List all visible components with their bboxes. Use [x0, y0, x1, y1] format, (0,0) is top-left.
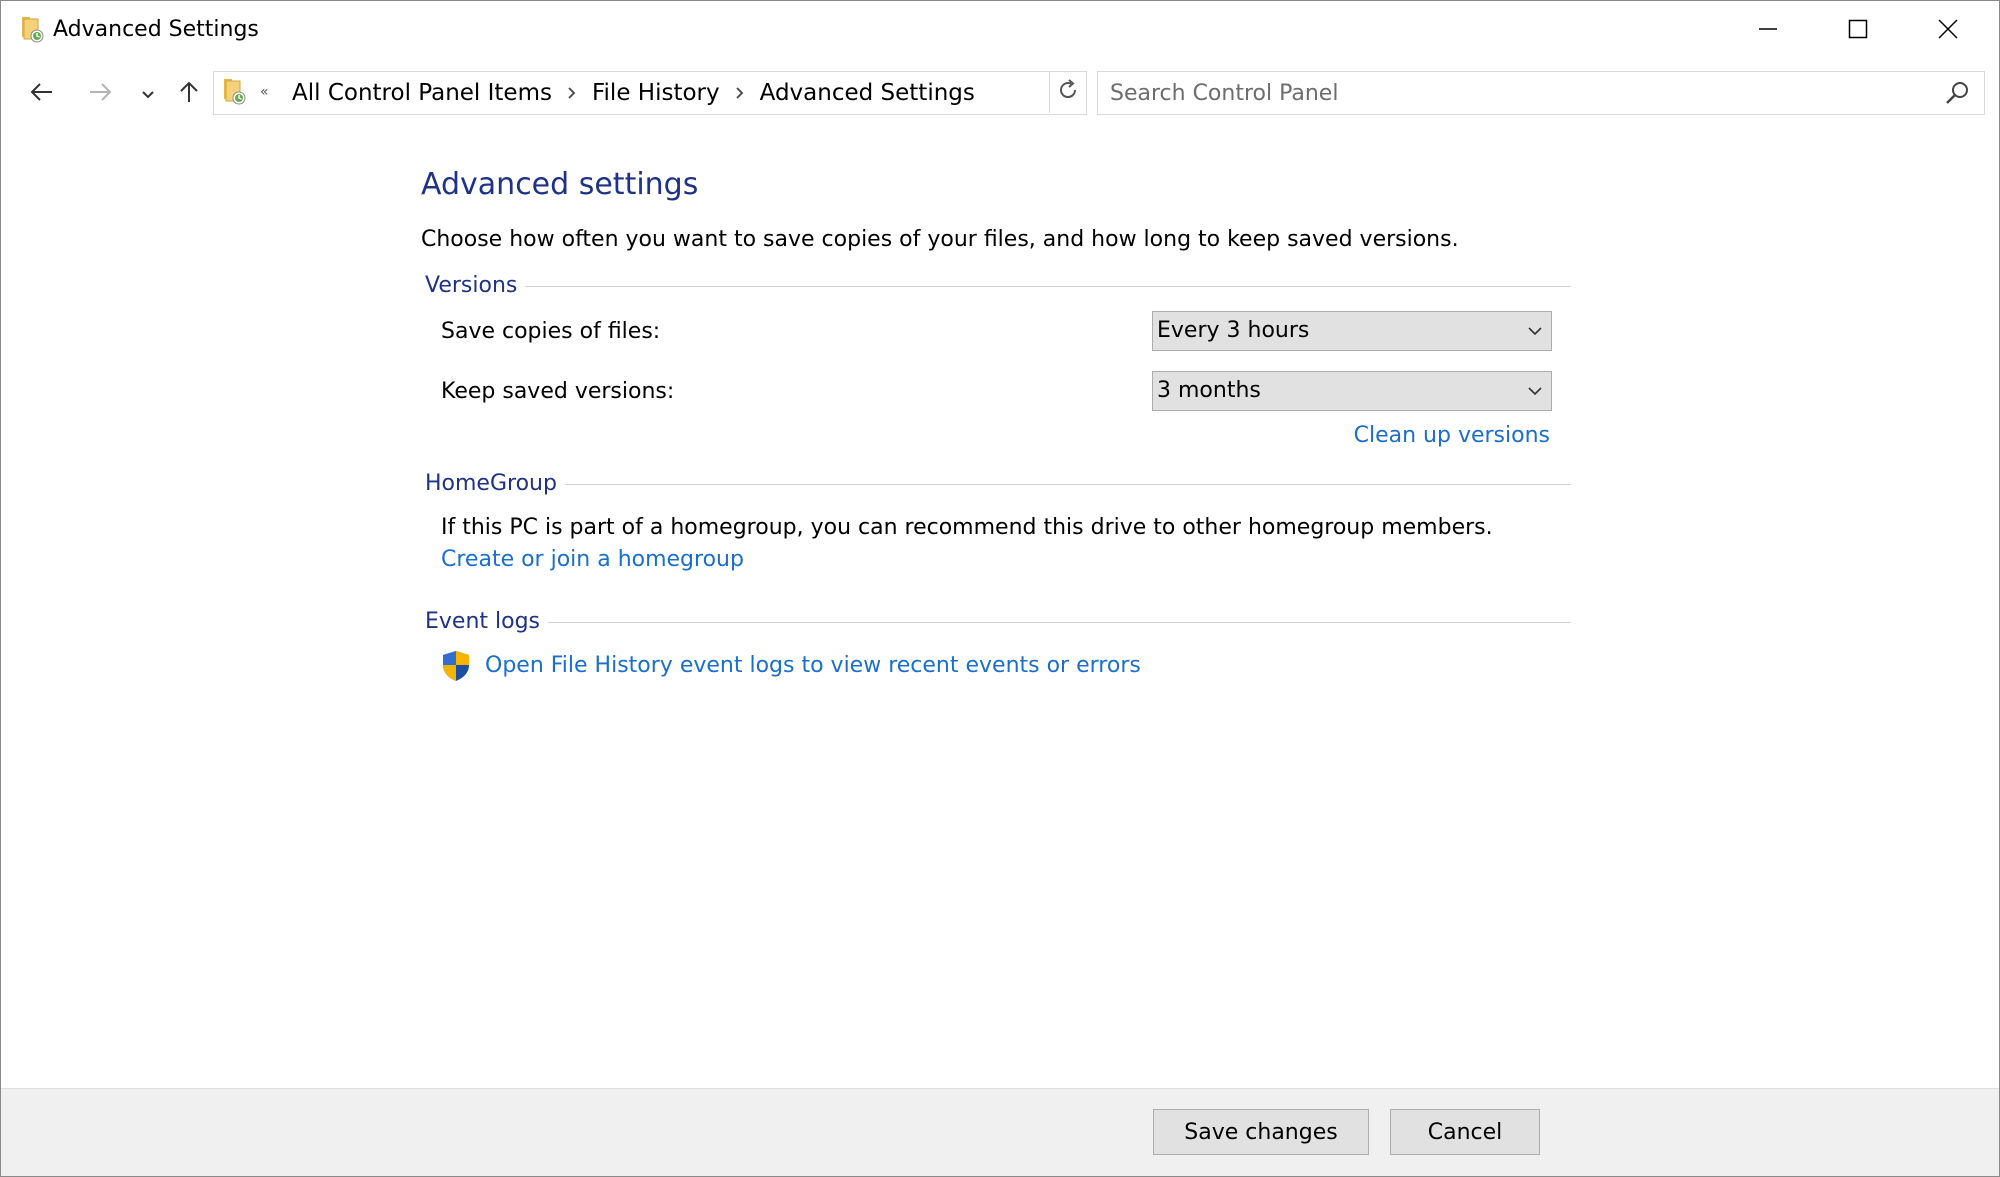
group-divider — [564, 483, 1571, 485]
maximize-button[interactable] — [1813, 1, 1903, 61]
clean-up-versions-link[interactable]: Clean up versions — [1354, 421, 1550, 451]
search-box[interactable] — [1097, 71, 1985, 115]
uac-shield-icon — [441, 650, 471, 682]
up-arrow-icon — [179, 80, 199, 108]
homegroup-group-label: HomeGroup — [425, 471, 557, 496]
breadcrumb-advanced-settings[interactable]: Advanced Settings — [754, 80, 981, 106]
file-history-folder-icon — [20, 15, 50, 45]
keep-versions-select[interactable]: 3 months — [1152, 371, 1552, 411]
file-history-folder-icon — [222, 77, 252, 107]
versions-group-header: Versions — [425, 271, 1571, 301]
close-icon — [1937, 18, 1959, 44]
address-bar[interactable]: « All Control Panel Items File History A… — [213, 71, 1252, 115]
search-icon[interactable] — [1944, 79, 1972, 107]
breadcrumb: All Control Panel Items File History Adv… — [286, 72, 981, 114]
forward-arrow-icon — [88, 82, 112, 106]
breadcrumb-all-control-panel-items[interactable]: All Control Panel Items — [286, 80, 558, 106]
search-input[interactable] — [1110, 72, 1930, 114]
cancel-button[interactable]: Cancel — [1390, 1109, 1540, 1155]
recent-locations-button[interactable] — [135, 75, 161, 113]
keep-versions-label: Keep saved versions: — [441, 379, 675, 404]
create-join-homegroup-link[interactable]: Create or join a homegroup — [441, 545, 744, 575]
back-button[interactable] — [23, 75, 61, 113]
event-logs-group-header: Event logs — [425, 607, 1571, 637]
save-copies-select[interactable]: Every 3 hours — [1152, 311, 1552, 351]
advanced-settings-window: Advanced Settings « All Control Panel It… — [0, 0, 2000, 1177]
chevron-down-icon — [1527, 323, 1543, 339]
homegroup-description: If this PC is part of a homegroup, you c… — [441, 515, 1493, 540]
breadcrumb-file-history[interactable]: File History — [586, 80, 726, 106]
breadcrumb-chevron-icon[interactable] — [726, 86, 754, 100]
page-title: Advanced settings — [421, 167, 699, 202]
event-logs-group-label: Event logs — [425, 609, 541, 634]
up-button[interactable] — [173, 75, 205, 113]
page-description: Choose how often you want to save copies… — [421, 227, 1459, 252]
dialog-footer: Save changes Cancel — [1, 1088, 1999, 1176]
breadcrumb-overflow[interactable]: « — [260, 78, 269, 106]
group-divider — [525, 285, 1571, 287]
open-event-logs-link[interactable]: Open File History event logs to view rec… — [485, 651, 1141, 681]
close-button[interactable] — [1903, 1, 1993, 61]
save-changes-button[interactable]: Save changes — [1153, 1109, 1369, 1155]
refresh-icon — [1056, 78, 1080, 106]
minimize-icon — [1758, 19, 1778, 43]
homegroup-group-header: HomeGroup — [425, 469, 1571, 499]
chevron-down-icon — [1527, 383, 1543, 399]
save-copies-value: Every 3 hours — [1157, 318, 1310, 343]
maximize-icon — [1848, 19, 1868, 43]
save-copies-label: Save copies of files: — [441, 319, 661, 344]
chevron-down-icon — [141, 85, 155, 104]
window-title: Advanced Settings — [53, 17, 259, 42]
keep-versions-value: 3 months — [1157, 378, 1261, 403]
forward-button[interactable] — [81, 75, 119, 113]
minimize-button[interactable] — [1723, 1, 1813, 61]
breadcrumb-chevron-icon[interactable] — [558, 86, 586, 100]
refresh-button[interactable] — [1049, 71, 1086, 113]
versions-group-label: Versions — [425, 273, 518, 298]
back-arrow-icon — [30, 82, 54, 106]
group-divider — [548, 621, 1571, 623]
title-bar[interactable]: Advanced Settings — [1, 1, 1999, 61]
